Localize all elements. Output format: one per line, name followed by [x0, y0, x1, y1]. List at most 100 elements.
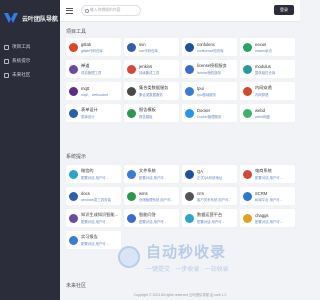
card-description: svn代码仓库 [139, 48, 158, 53]
card-title: confulenc [197, 41, 215, 47]
nav-card[interactable]: crm 客户关系系统 用户可... [182, 187, 237, 205]
gitlab-icon [69, 42, 78, 52]
tpui-icon [185, 86, 194, 96]
docs-icon [69, 191, 78, 201]
card-title: svn [139, 41, 146, 47]
nav-card[interactable]: tpui tpui基础服务 [182, 82, 237, 100]
nav-card[interactable]: 内网穿透 内网穿透 [240, 82, 295, 100]
search-placeholder: 输入你想搜的内容 [90, 8, 121, 12]
card-title: 禅道 [81, 63, 90, 68]
file-icon [127, 169, 136, 179]
nav-card[interactable]: modulus 整体组件仓库 [240, 60, 295, 78]
mqtt-icon [69, 86, 78, 96]
card-title: QA [197, 168, 204, 174]
card-description: 配置对话 用户可... [139, 176, 167, 180]
nav-card[interactable]: wms 仓储管理系统 用户可... [124, 187, 179, 205]
card-description: 持续集成工具 [139, 70, 160, 75]
card-title: Docker [197, 107, 211, 113]
tunnel-icon [243, 86, 252, 96]
topbar: 输入你想搜的内容 登录 [60, 0, 300, 22]
nav-card[interactable]: confulenc confluence知识库 [182, 38, 237, 56]
dataset-icon [127, 86, 136, 96]
report-icon [127, 108, 136, 118]
card-title: wms [139, 190, 148, 196]
nav-card[interactable]: webd webd网盘 [240, 104, 295, 122]
section-title-tools: 项目工具 [66, 29, 87, 35]
qa-bot-icon [127, 213, 136, 223]
card-title: mqtt [81, 85, 90, 91]
nav-card[interactable]: 实习报告 配置对话 用户可... [66, 231, 121, 249]
card-description: 集合类数据服务 [139, 93, 163, 97]
nav-card[interactable]: 禅道 项目管理工具 [66, 60, 121, 78]
nav-card[interactable]: 电商系统 配置对话 用户可... [240, 165, 295, 183]
card-description: 配置对话 用户可... [81, 220, 109, 224]
card-title: crm [197, 190, 204, 196]
card-description: confluence知识库 [197, 48, 224, 53]
card-title: gitlab [81, 41, 92, 47]
brand[interactable]: 云叶团队导航 [0, 6, 60, 30]
nav-card[interactable]: SCRM 私域平台 用户可... [240, 187, 295, 205]
card-title: tpui [197, 85, 204, 91]
nav-card[interactable]: 报告模板 报告模板 [124, 104, 179, 122]
nav-card[interactable]: chaggs 配置对话 用户可... [240, 209, 295, 227]
nav-card[interactable]: 文件系统 配置对话 用户可... [124, 165, 179, 183]
card-description: 表单设计 [81, 115, 95, 119]
nexus-icon [243, 42, 252, 52]
card-description: 整体组件仓库 [255, 70, 276, 75]
sidebar-item-community[interactable]: 未来社区 [0, 68, 60, 82]
card-description: 报告模板 [139, 115, 153, 119]
nav-card[interactable]: mqtt mqtt， websocket [66, 82, 121, 100]
nav-card[interactable]: jenkins 持续集成工具 [124, 60, 179, 78]
nav-card[interactable]: 知识生成知识智能... 配置对话 用户可... [66, 209, 121, 227]
card-title: 集合类数据服务 [139, 85, 169, 90]
card-description: 私域平台 用户可... [255, 197, 283, 202]
qa-icon [185, 169, 194, 179]
card-title: 实习报告 [81, 234, 98, 239]
data-icon [185, 213, 194, 223]
nav-card[interactable]: docs windows类工具安装 [66, 187, 121, 205]
nav-card[interactable]: gitlab gitlab代码仓库 [66, 38, 121, 56]
nav-card[interactable]: 数据运营平台 配置对话 用户可... [182, 209, 237, 227]
nav-card[interactable]: 表单设计 表单设计 [66, 104, 121, 122]
modulus-icon [243, 64, 252, 74]
webd-icon [243, 108, 252, 118]
sidebar-item-label: 未来社区 [12, 72, 31, 77]
card-description: 配置对话 用户可... [197, 220, 225, 224]
card-description: 内网穿透 [255, 93, 269, 97]
kb-icon [69, 213, 78, 223]
brand-name: 云叶团队导航 [22, 16, 59, 23]
card-title: 智能问答 [139, 212, 156, 217]
card-description: 项目管理工具 [81, 71, 102, 75]
card-title: 报告模板 [139, 107, 156, 112]
search-icon [85, 9, 89, 13]
sidebar-item-system[interactable]: 系统提示 [0, 54, 60, 68]
crm-icon [185, 191, 194, 201]
system-icon [4, 58, 9, 64]
wms-icon [127, 191, 136, 201]
login-button[interactable]: 登录 [274, 5, 294, 15]
nav-card[interactable]: Docker Docker管理服务 [182, 104, 237, 122]
nav-card[interactable]: nexus maven私仓 [240, 38, 295, 56]
jenkins-icon [127, 64, 136, 74]
nav-card[interactable]: svn svn代码仓库 [124, 38, 179, 56]
nav-card[interactable]: 微信的 配置对话 用户可... [66, 165, 121, 183]
card-title: 微信的 [81, 168, 94, 173]
wechat-icon [69, 169, 78, 179]
card-title: jenkins [139, 63, 153, 69]
nav-card[interactable]: license授权服务 license授权服务 [182, 60, 237, 78]
card-description: license授权服务 [197, 71, 222, 75]
docker-icon [185, 108, 194, 118]
card-description: 配置对话 用户可... [255, 219, 283, 224]
search-input[interactable]: 输入你想搜的内容 [81, 5, 141, 16]
sidebar-item-tools[interactable]: 项目工具 [0, 40, 60, 54]
footer: Copyright © 2023 All rights reserved 云叶团… [133, 293, 227, 297]
nav-card[interactable]: QA 正式QA系统地址 [182, 165, 237, 183]
nav-card[interactable]: 智能问答 配置对话 用户可... [124, 209, 179, 227]
community-icon [4, 72, 9, 78]
menu-icon[interactable] [66, 7, 73, 14]
nav-card[interactable]: 集合类数据服务 集合类数据服务 [124, 82, 179, 100]
svn-icon [127, 42, 136, 52]
sidebar-item-label: 项目工具 [12, 44, 31, 49]
card-title: 知识生成知识智能... [81, 212, 118, 217]
card-description: tpui基础服务 [197, 92, 217, 97]
